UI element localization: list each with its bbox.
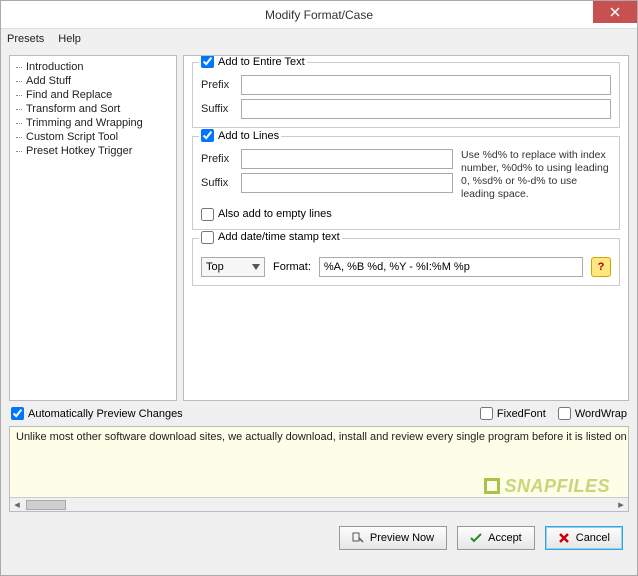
lines-title: Add to Lines — [218, 130, 279, 142]
lines-hint-text: Use %d% to replace with index number, %0… — [461, 145, 611, 202]
cancel-button[interactable]: Cancel — [545, 526, 623, 550]
datetime-format-input[interactable] — [319, 257, 583, 277]
preview-pane: Unlike most other software download site… — [9, 426, 629, 512]
wordwrap-checkbox[interactable] — [558, 407, 571, 420]
entire-suffix-input[interactable] — [241, 99, 611, 119]
preview-now-button[interactable]: Preview Now — [339, 526, 447, 550]
content-area: Introduction Add Stuff Find and Replace … — [1, 49, 637, 575]
datetime-help-button[interactable]: ? — [591, 257, 611, 277]
lines-suffix-label: Suffix — [201, 177, 235, 189]
lines-suffix-input[interactable] — [241, 173, 453, 193]
menubar: Presets Help — [1, 29, 637, 49]
fieldset-lines: Add to Lines Prefix Suffix — [192, 136, 620, 230]
wordwrap-label: WordWrap — [575, 408, 627, 420]
watermark: SNAPFILES — [484, 476, 610, 497]
options-row: Automatically Preview Changes FixedFont … — [9, 405, 629, 422]
auto-preview-checkbox[interactable] — [11, 407, 24, 420]
watermark-logo-icon — [484, 478, 500, 494]
menu-help[interactable]: Help — [58, 33, 81, 45]
sidebar-item-preset-hotkey[interactable]: Preset Hotkey Trigger — [16, 144, 170, 158]
datetime-format-label: Format: — [273, 261, 311, 273]
preview-now-label: Preview Now — [370, 532, 434, 544]
preview-icon — [352, 532, 364, 544]
fieldset-entire-header: Add to Entire Text — [199, 55, 307, 68]
datetime-title: Add date/time stamp text — [218, 231, 340, 243]
entire-prefix-input[interactable] — [241, 75, 611, 95]
main-panel: Add to Entire Text Prefix Suffix Add to — [183, 55, 629, 401]
titlebar: Modify Format/Case — [1, 1, 637, 29]
sidebar-item-introduction[interactable]: Introduction — [16, 60, 170, 74]
scroll-left-arrow[interactable]: ◂ — [10, 498, 24, 512]
sidebar-tree: Introduction Add Stuff Find and Replace … — [9, 55, 177, 401]
auto-preview-label: Automatically Preview Changes — [28, 408, 183, 420]
close-button[interactable] — [593, 1, 637, 23]
fixedfont-label: FixedFont — [497, 408, 546, 420]
close-icon — [610, 7, 620, 17]
sidebar-item-add-stuff[interactable]: Add Stuff — [16, 74, 170, 88]
preview-text: Unlike most other software download site… — [10, 427, 628, 447]
datetime-checkbox[interactable] — [201, 231, 214, 244]
sidebar-item-custom-script[interactable]: Custom Script Tool — [16, 130, 170, 144]
top-row: Introduction Add Stuff Find and Replace … — [9, 55, 629, 401]
horizontal-scrollbar[interactable]: ◂ ▸ — [10, 497, 628, 511]
empty-lines-label: Also add to empty lines — [218, 208, 332, 220]
window: Modify Format/Case Presets Help Introduc… — [0, 0, 638, 576]
question-icon: ? — [598, 261, 605, 273]
chevron-down-icon — [252, 264, 260, 270]
menu-presets[interactable]: Presets — [7, 33, 44, 45]
fieldset-entire-text: Add to Entire Text Prefix Suffix — [192, 62, 620, 128]
check-icon — [470, 532, 482, 544]
window-title: Modify Format/Case — [265, 8, 373, 22]
lines-prefix-label: Prefix — [201, 153, 235, 165]
lines-checkbox[interactable] — [201, 129, 214, 142]
entire-prefix-label: Prefix — [201, 79, 235, 91]
sidebar-item-transform-sort[interactable]: Transform and Sort — [16, 102, 170, 116]
accept-button[interactable]: Accept — [457, 526, 535, 550]
empty-lines-checkbox[interactable] — [201, 208, 214, 221]
scroll-thumb[interactable] — [26, 500, 66, 510]
fieldset-datetime-header: Add date/time stamp text — [199, 231, 342, 244]
entire-title: Add to Entire Text — [218, 56, 305, 68]
accept-label: Accept — [488, 532, 522, 544]
fieldset-lines-header: Add to Lines — [199, 129, 281, 142]
fieldset-datetime: Add date/time stamp text Top Format: ? — [192, 238, 620, 286]
cancel-label: Cancel — [576, 532, 610, 544]
button-bar: Preview Now Accept Cancel — [9, 516, 629, 552]
lines-prefix-input[interactable] — [241, 149, 453, 169]
fixedfont-checkbox[interactable] — [480, 407, 493, 420]
x-icon — [558, 532, 570, 544]
datetime-position-dropdown[interactable]: Top — [201, 257, 265, 277]
datetime-position-value: Top — [206, 261, 224, 273]
sidebar-item-find-replace[interactable]: Find and Replace — [16, 88, 170, 102]
scroll-right-arrow[interactable]: ▸ — [614, 498, 628, 512]
sidebar-item-trimming-wrapping[interactable]: Trimming and Wrapping — [16, 116, 170, 130]
entire-checkbox[interactable] — [201, 55, 214, 68]
entire-suffix-label: Suffix — [201, 103, 235, 115]
watermark-text: SNAPFILES — [504, 476, 610, 496]
